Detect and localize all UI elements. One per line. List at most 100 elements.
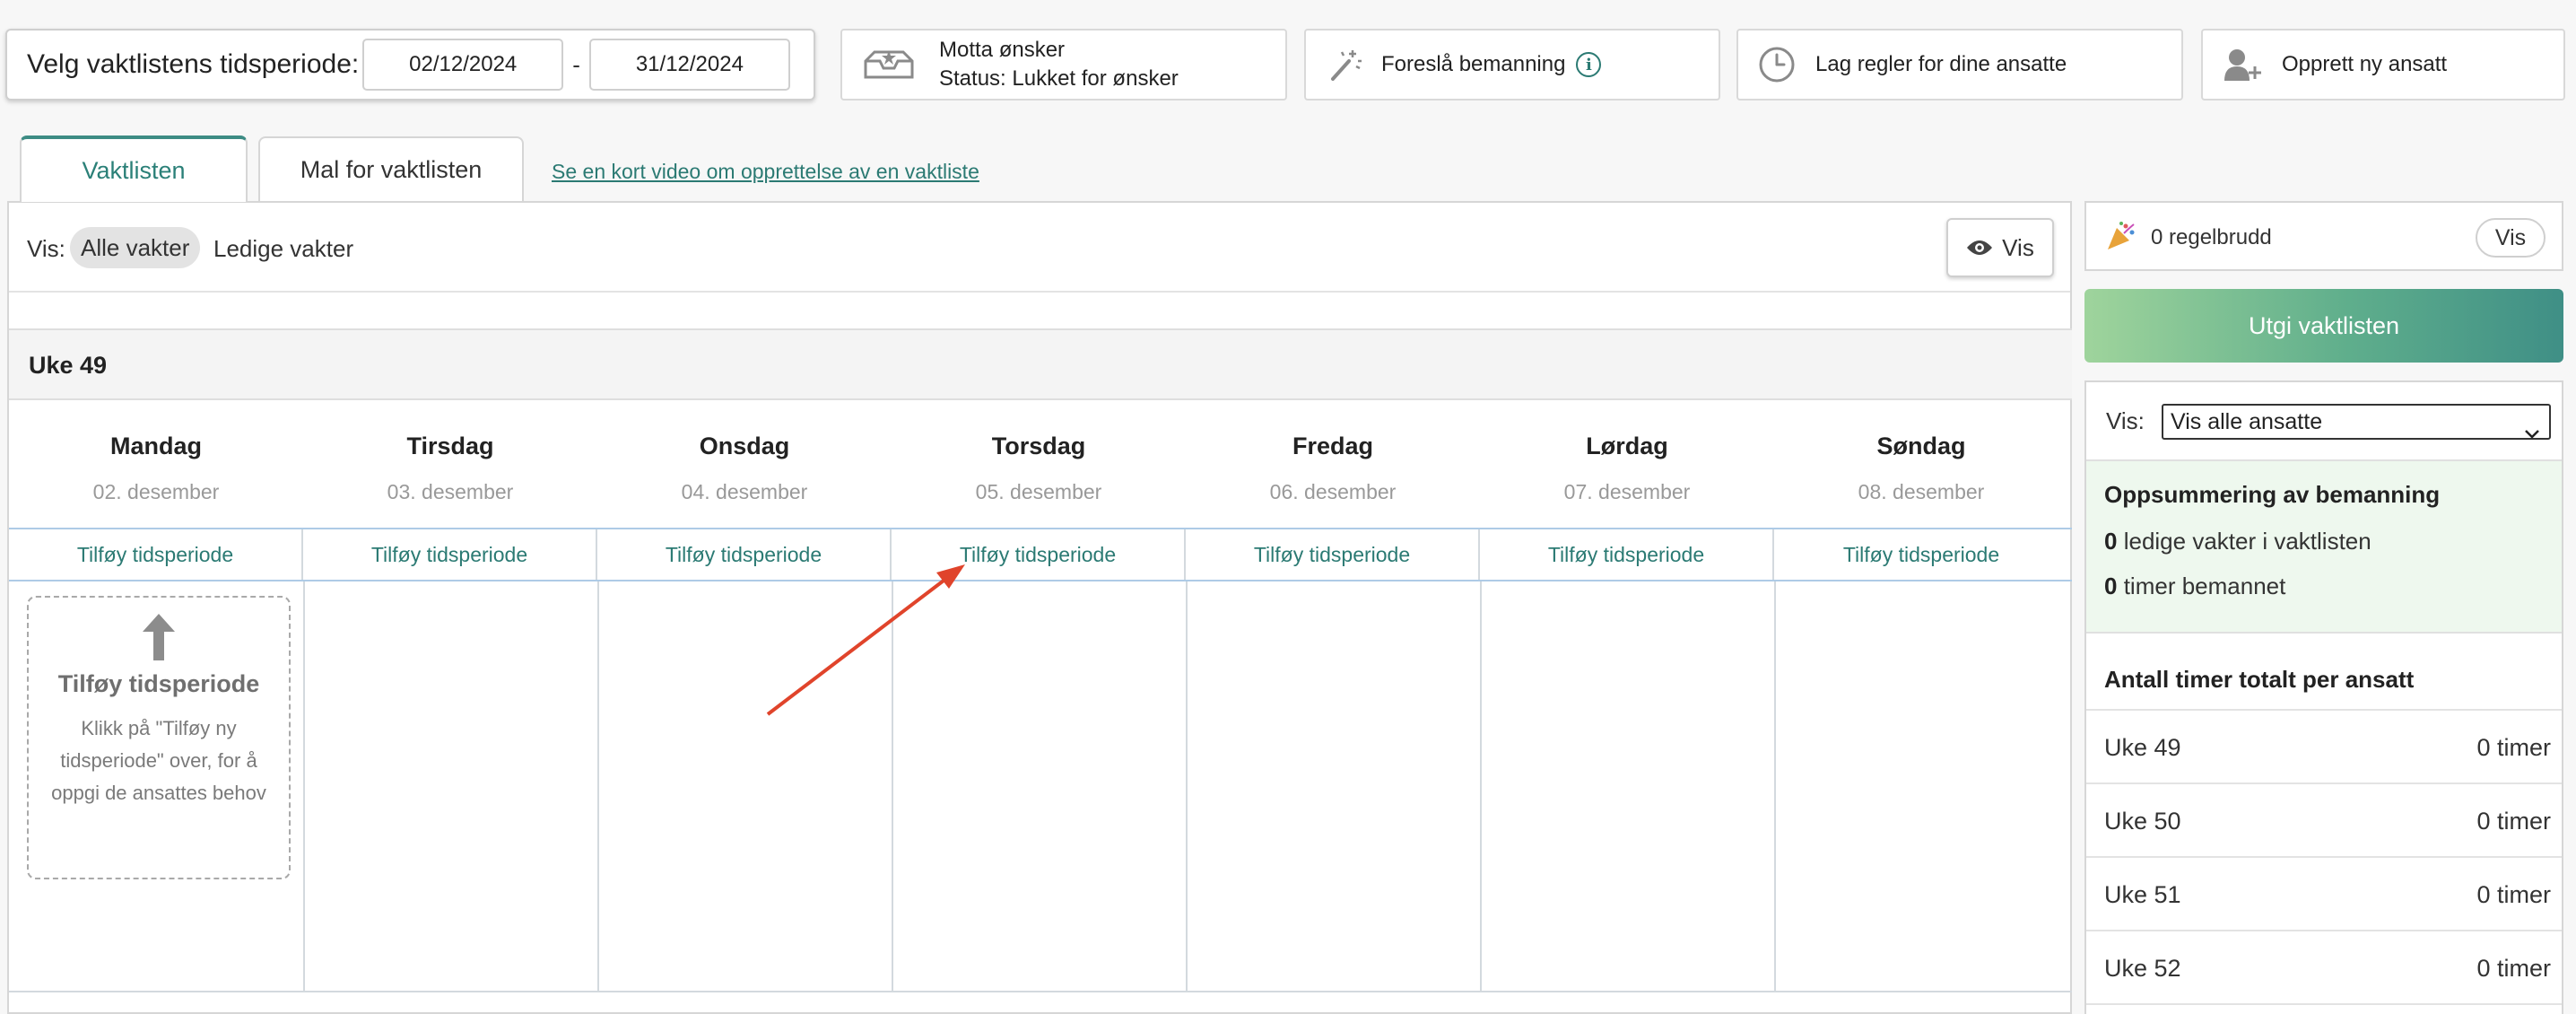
add-period-link-sunday[interactable]: Tilføy tidsperiode — [1774, 529, 2068, 580]
day-header: Torsdag 05. desember — [892, 400, 1186, 504]
create-rules-label: Lag regler for dine ansatte — [1815, 52, 2067, 76]
week-hours-row: Uke 50 0 timer — [2086, 782, 2562, 856]
total-hours-title: Antall timer totalt per ansatt — [2104, 666, 2415, 693]
column-divider — [1480, 581, 1482, 992]
day-header: Fredag 06. desember — [1186, 400, 1480, 504]
week-title: Uke 49 — [9, 330, 2072, 400]
week-hours-row-divider — [2086, 1003, 2562, 1014]
free-shifts-text: ledige vakter i vaktlisten — [2123, 528, 2371, 555]
period-label: Velg vaktlistens tidsperiode: — [27, 49, 360, 79]
day-date: 08. desember — [1858, 480, 1985, 503]
rule-breaks-box: 0 regelbrudd Vis — [2084, 201, 2563, 271]
column-divider — [303, 581, 305, 992]
employee-filter-label: Vis: — [2106, 407, 2145, 434]
day-name: Fredag — [1292, 433, 1374, 459]
summary-title: Oppsummering av bemanning — [2104, 481, 2441, 508]
tab-shift-template[interactable]: Mal for vaktlisten — [258, 136, 524, 201]
add-period-row: Tilføy tidsperiode Tilføy tidsperiode Ti… — [9, 528, 2072, 581]
create-employee-label: Opprett ny ansatt — [2282, 52, 2448, 76]
employee-filter-select[interactable]: Vis alle ansatte — [2162, 404, 2551, 440]
filter-free-shifts[interactable]: Ledige vakter — [213, 235, 353, 263]
add-period-link-monday[interactable]: Tilføy tidsperiode — [9, 529, 303, 580]
week-hours-row: Uke 52 0 timer — [2086, 930, 2562, 1003]
week-hours-value: 0 timer — [2476, 734, 2551, 761]
party-popper-icon — [2106, 221, 2137, 256]
create-rules-button[interactable]: Lag regler for dine ansatte — [1736, 29, 2183, 101]
week-hours-value: 0 timer — [2476, 808, 2551, 835]
video-link[interactable]: Se en kort video om opprettelse av en va… — [552, 160, 979, 184]
day-date: 07. desember — [1563, 480, 1691, 503]
week-hours-name: Uke 51 — [2104, 881, 2181, 908]
day-name: Tirsdag — [406, 433, 494, 459]
staffed-hours-summary: 0 timer bemannet — [2104, 573, 2285, 600]
hint-text: Klikk på "Tilføy ny tidsperiode" over, f… — [51, 717, 266, 804]
day-name: Mandag — [109, 433, 202, 459]
add-period-link-thursday[interactable]: Tilføy tidsperiode — [892, 529, 1186, 580]
column-divider — [1774, 581, 1776, 992]
create-employee-button[interactable]: Opprett ny ansatt — [2201, 29, 2565, 101]
day-header: Lørdag 07. desember — [1480, 400, 1774, 504]
day-header: Søndag 08. desember — [1774, 400, 2068, 504]
magic-wand-icon — [1327, 47, 1363, 83]
column-divider — [892, 581, 893, 992]
free-shifts-count: 0 — [2104, 528, 2118, 555]
schedule-panel: Vis: Alle vakter Ledige vakter Vis Uke 4… — [7, 201, 2072, 1014]
day-name: Onsdag — [699, 433, 790, 459]
date-to-input[interactable]: 31/12/2024 — [588, 39, 790, 91]
eye-icon — [1966, 239, 1993, 257]
day-name: Torsdag — [991, 433, 1086, 459]
arrow-up-icon — [29, 612, 289, 667]
day-header: Tirsdag 03. desember — [303, 400, 597, 504]
day-header-row: Mandag 02. desember Tirsdag 03. desember… — [9, 400, 2072, 526]
inbox-icon — [862, 47, 916, 83]
filter-row: Vis: Alle vakter Ledige vakter Vis — [9, 203, 2070, 293]
chevron-down-icon — [2524, 416, 2540, 449]
tab-shift-list[interactable]: Vaktlisten — [20, 135, 248, 202]
add-period-link-friday[interactable]: Tilføy tidsperiode — [1186, 529, 1480, 580]
week-hours-value: 0 timer — [2476, 881, 2551, 908]
free-shifts-summary: 0 ledige vakter i vaktlisten — [2104, 528, 2371, 555]
receive-wishes-title: Motta ønsker — [939, 38, 1066, 62]
staffing-sidebar: Vis: Vis alle ansatte Oppsummering av be… — [2084, 380, 2563, 1014]
grid-bottom-border — [9, 991, 2072, 992]
week-hours-value: 0 timer — [2476, 955, 2551, 982]
week-hours-name: Uke 52 — [2104, 955, 2181, 982]
day-name: Søndag — [1876, 433, 1966, 459]
staffed-hours-text: timer bemannet — [2123, 573, 2286, 599]
publish-button[interactable]: Utgi vaktlisten — [2084, 289, 2563, 363]
column-divider — [1186, 581, 1188, 992]
day-header: Onsdag 04. desember — [597, 400, 892, 504]
date-from-input[interactable]: 02/12/2024 — [362, 39, 564, 91]
day-date: 05. desember — [975, 480, 1102, 503]
hint-title: Tilføy tidsperiode — [57, 670, 260, 697]
add-period-link-wednesday[interactable]: Tilføy tidsperiode — [597, 529, 892, 580]
employee-filter-value: Vis alle ansatte — [2171, 409, 2323, 434]
week-hours-name: Uke 50 — [2104, 808, 2181, 835]
add-period-hint-card[interactable]: Tilføy tidsperiode Klikk på "Tilføy ny t… — [27, 596, 291, 879]
week-hours-row: Uke 51 0 timer — [2086, 856, 2562, 930]
clock-icon — [1758, 46, 1796, 83]
add-user-icon — [2223, 47, 2262, 83]
day-date: 06. desember — [1269, 480, 1397, 503]
suggest-staffing-button[interactable]: Foreslå bemanning i — [1304, 29, 1720, 101]
add-period-link-saturday[interactable]: Tilføy tidsperiode — [1480, 529, 1774, 580]
staffing-summary: Oppsummering av bemanning 0 ledige vakte… — [2086, 459, 2562, 634]
receive-wishes-button[interactable]: Motta ønsker Status: Lukket for ønsker — [840, 29, 1287, 101]
filter-all-shifts[interactable]: Alle vakter — [70, 227, 201, 268]
column-divider — [597, 581, 599, 992]
suggest-staffing-label: Foreslå bemanning — [1381, 52, 1566, 76]
week-block: Uke 49 Mandag 02. desember Tirsdag 03. d… — [9, 328, 2072, 1014]
info-icon[interactable]: i — [1576, 52, 1602, 77]
add-period-link-tuesday[interactable]: Tilføy tidsperiode — [303, 529, 597, 580]
day-date: 03. desember — [387, 480, 514, 503]
period-selector: Velg vaktlistens tidsperiode: 02/12/2024… — [5, 29, 815, 101]
date-separator: - — [572, 50, 580, 78]
day-name: Lørdag — [1586, 433, 1668, 459]
week-hours-name: Uke 49 — [2104, 734, 2181, 761]
day-header: Mandag 02. desember — [9, 400, 303, 504]
view-button[interactable]: Vis — [1946, 218, 2054, 277]
rule-breaks-count: 0 regelbrudd — [2151, 225, 2272, 249]
view-button-label: Vis — [2002, 233, 2034, 261]
week-hours-row: Uke 49 0 timer — [2086, 709, 2562, 782]
rule-breaks-view-button[interactable]: Vis — [2476, 218, 2546, 258]
